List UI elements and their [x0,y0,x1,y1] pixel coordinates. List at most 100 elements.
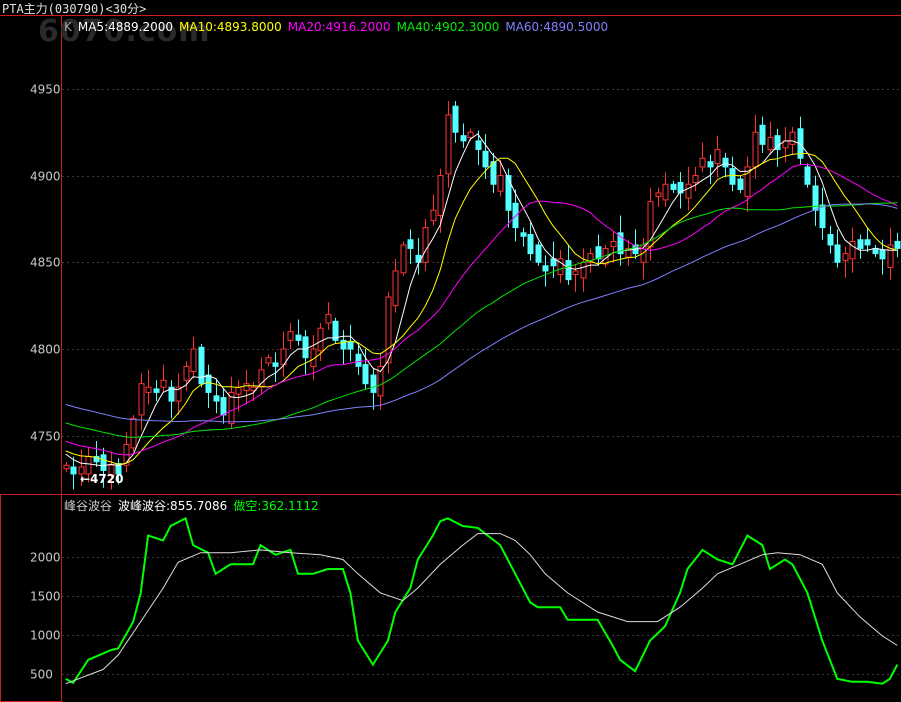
candle-down [295,334,302,341]
indicator-tick-label: 2000 [30,551,61,565]
candle-down [407,239,414,249]
candle-down [670,183,677,190]
candle-up [317,327,324,352]
legend-short: 做空:362.1112 [233,499,319,513]
candle-down [213,395,220,402]
ma5-line [65,133,898,467]
ma-legend: K MA5:4889.2000 MA10:4893.8000 MA20:4916.20… [64,20,614,34]
candle-up [497,175,504,192]
indicator-legend: 峰谷波谷 波峰波谷:855.7086 做空:362.1112 [64,497,325,514]
candle-up [789,131,796,145]
candle-up [430,209,437,222]
candle-up [714,149,721,164]
price-tick-label: 4900 [30,170,61,184]
axis-ticks: 4950 4900 4850 4800 4750 2000 1500 1000 500 [30,83,61,682]
candle-down [153,388,160,393]
price-tick-label: 4800 [30,343,61,357]
low-price-annotation: ←4720 [80,472,123,486]
candle-down [565,260,572,281]
candle-up [467,131,474,138]
candle-up [610,240,617,248]
legend-ma20: MA20:4916.2000 [287,20,391,34]
legend-ma40: MA40:4902.3000 [396,20,500,34]
price-tick-label: 4850 [30,256,61,270]
candle-up [655,192,662,197]
candle-down [100,454,107,471]
candle-down [827,234,834,246]
price-tick-label: 4750 [30,430,61,444]
candle-down [362,364,369,385]
candle-down [415,254,422,263]
gridlines [62,89,901,675]
indicator-tick-label: 1500 [30,590,61,604]
candle-down [272,362,279,367]
candle-down [857,239,864,249]
candle-down [452,105,459,133]
legend-ma60: MA60:4890.5000 [505,20,609,34]
indicator-tick-label: 1000 [30,629,61,643]
legend-wave: 波峰波谷:855.7086 [118,499,228,513]
candle-up [445,114,452,175]
candle-up [190,348,197,373]
candle-down [460,135,467,142]
candle-down [729,168,736,185]
candle-down [834,244,841,263]
candle-down [205,374,212,393]
candle-up [767,136,774,151]
legend-ma10: MA10:4893.8000 [179,20,282,34]
candle-down [220,397,227,416]
short-line [65,516,899,685]
candle-down [198,346,205,385]
candle-down [737,178,744,190]
candle-up [685,183,692,199]
candle-up [437,175,444,216]
candle-down [347,341,354,350]
moving-averages [65,133,898,467]
candle-down [894,240,901,249]
indicator-tick-label: 500 [30,668,53,682]
candle-down [707,161,714,168]
price-tick-label: 4950 [30,83,61,97]
candle-down [355,353,362,367]
candle-up [235,386,242,395]
chart-canvas: 4950 4900 4850 4800 4750 2000 1500 1000 500 ←472… [0,15,901,702]
candle-down [482,150,489,168]
candle-down [505,175,512,211]
candle-down [302,336,309,359]
candle-down [535,244,542,263]
candle-up [699,157,706,168]
candle-down [864,239,871,246]
indicator-name: 峰谷波谷 [64,499,113,513]
candle-up [63,464,70,470]
candle-up [422,227,429,263]
ma40-line [65,202,898,438]
indicator-lines [65,516,899,685]
candle-up [325,313,332,324]
candle-up [662,183,669,201]
candle-up [842,253,849,262]
candle-up [580,261,587,279]
candle-down [70,466,77,475]
candle-down [527,234,534,255]
legend-k: K [64,20,72,34]
candle-down [542,265,549,272]
candle-up [183,365,190,381]
candle-down [520,232,527,237]
legend-ma5: MA5:4889.2000 [77,20,174,34]
chart-title: PTA主力(030790)<30分> [2,2,147,16]
candle-up [287,331,294,341]
candle-up [692,175,699,184]
candle-up [752,131,759,168]
candle-down [722,157,729,168]
wave-line [65,533,898,685]
candle-down [475,140,482,151]
candle-up [145,386,152,393]
candle-up [400,244,407,274]
candle-up [392,270,399,307]
candle-down [879,249,886,260]
candle-down [759,124,766,145]
candle-up [130,417,137,449]
ma60-line [65,203,898,423]
candle-down [370,374,377,393]
candle-up [160,379,167,388]
